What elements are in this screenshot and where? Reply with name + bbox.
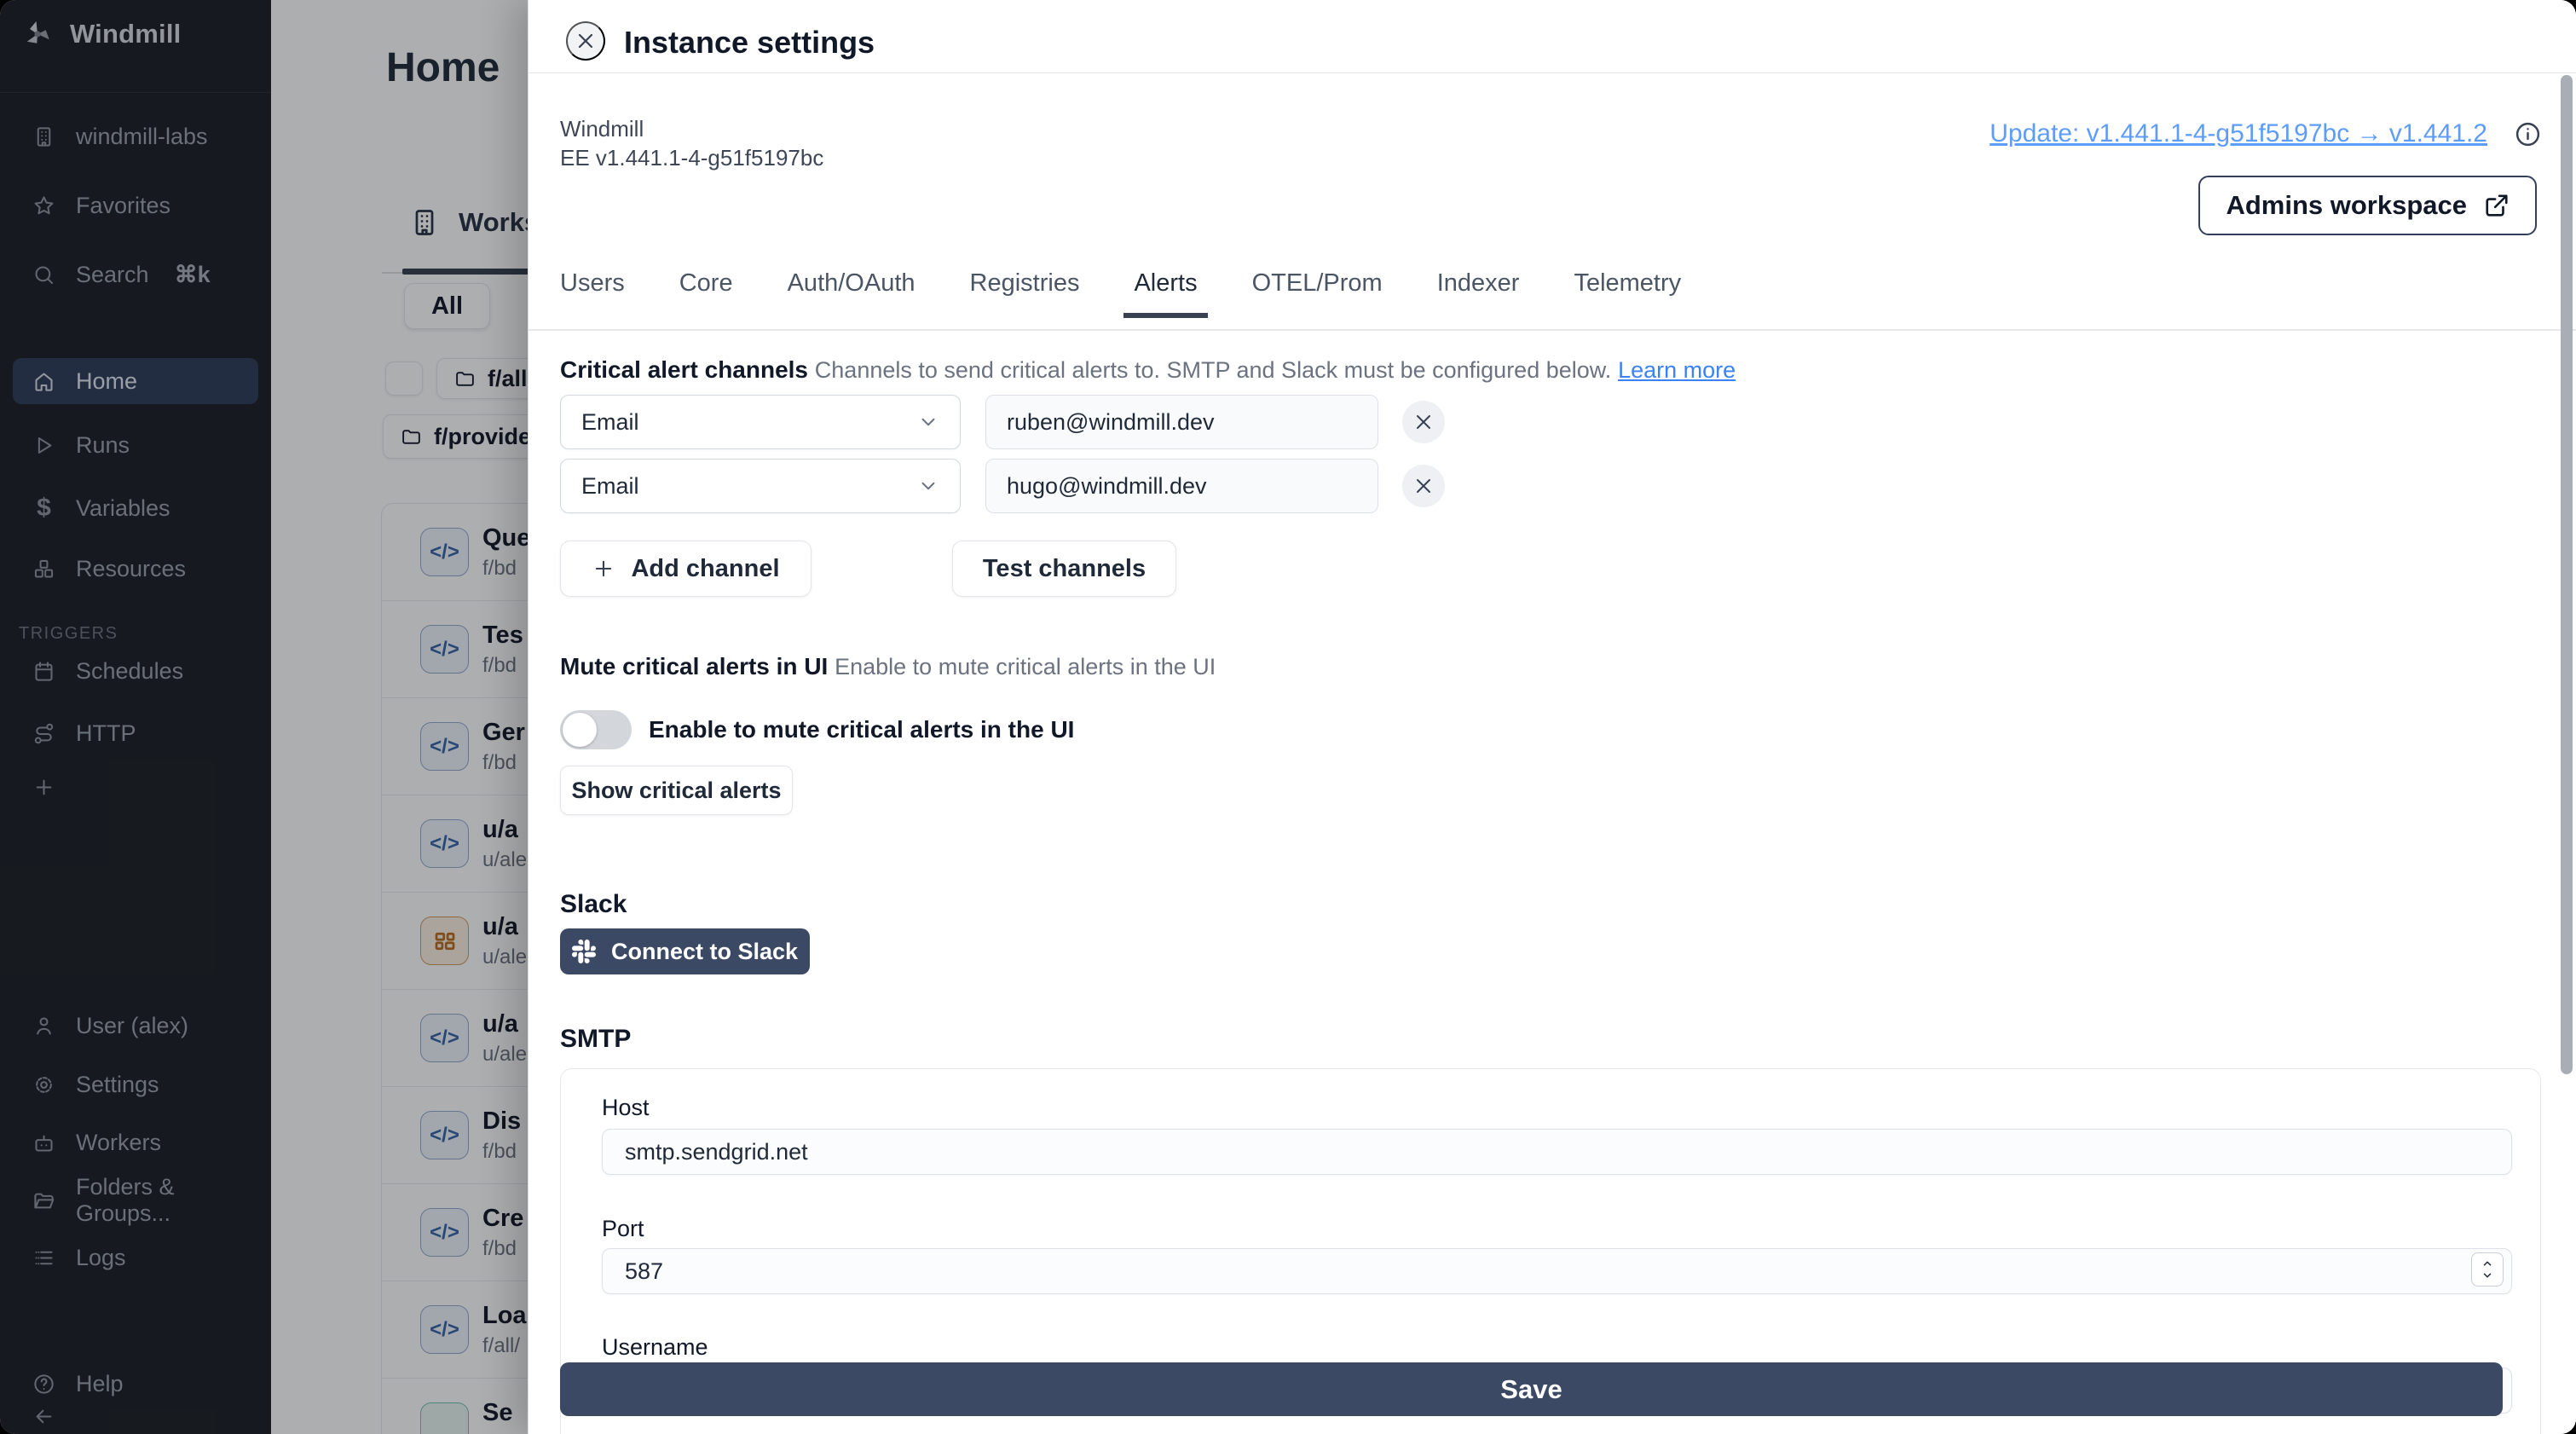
port-stepper[interactable] <box>2471 1252 2504 1287</box>
port-label: Port <box>602 1216 644 1241</box>
tab-auth-oauth[interactable]: Auth/OAuth <box>777 269 926 318</box>
tabs-divider <box>528 329 2576 331</box>
mute-toggle-row: Enable to mute critical alerts in the UI <box>560 710 1074 749</box>
smtp-heading: SMTP <box>560 1025 632 1053</box>
channel-email-input[interactable] <box>985 395 1378 449</box>
test-channels-label: Test channels <box>982 554 1146 582</box>
tab-users[interactable]: Users <box>550 269 635 318</box>
update-link[interactable]: Update: v1.441.1-4-g51f5197bc → v1.441.2 <box>1990 119 2487 148</box>
info-icon[interactable] <box>2514 120 2542 148</box>
external-link-icon <box>2486 194 2508 217</box>
tab-alerts[interactable]: Alerts <box>1123 269 1208 318</box>
mute-heading: Mute critical alerts in UI Enable to mut… <box>560 653 1216 680</box>
chevron-down-icon <box>921 418 935 426</box>
channel-type-select[interactable]: Email <box>560 459 961 513</box>
slack-heading: Slack <box>560 890 627 918</box>
critical-alerts-heading: Critical alert channels Channels to send… <box>560 356 1736 384</box>
instance-settings-panel: Instance settings Windmill EE v1.441.1-4… <box>528 0 2576 1434</box>
learn-more-link[interactable]: Learn more <box>1618 357 1736 383</box>
mute-title: Mute critical alerts in UI <box>560 653 829 679</box>
admins-workspace-label: Admins workspace <box>2226 190 2467 220</box>
remove-channel-button[interactable] <box>1402 465 1445 507</box>
show-critical-alerts-button[interactable]: Show critical alerts <box>560 766 793 815</box>
channel-type-select[interactable]: Email <box>560 395 961 449</box>
save-button[interactable]: Save <box>560 1362 2503 1416</box>
slack-icon <box>571 940 596 963</box>
critical-alerts-title: Critical alert channels <box>560 356 809 383</box>
panel-scrollbar[interactable] <box>2561 75 2573 1074</box>
chevron-up-icon <box>2483 1261 2492 1266</box>
header-divider <box>528 72 2576 73</box>
mute-toggle-label: Enable to mute critical alerts in the UI <box>649 716 1075 743</box>
host-label: Host <box>602 1095 650 1120</box>
instance-meta: Windmill EE v1.441.1-4-g51f5197bc <box>560 114 823 172</box>
product-name: Windmill <box>560 116 644 142</box>
plus-icon <box>596 560 612 577</box>
test-channels-button[interactable]: Test channels <box>952 541 1176 597</box>
close-button[interactable] <box>566 21 605 61</box>
tab-registries[interactable]: Registries <box>960 269 1090 318</box>
critical-alerts-description: Channels to send critical alerts to. SMT… <box>814 357 1612 383</box>
toggle-knob <box>563 713 597 747</box>
show-critical-alerts-label: Show critical alerts <box>571 777 782 803</box>
add-channel-label: Add channel <box>631 554 780 582</box>
close-icon <box>578 33 593 49</box>
chevron-down-icon <box>921 482 935 490</box>
smtp-port-input[interactable] <box>602 1248 2512 1294</box>
channel-type-value: Email <box>581 408 639 435</box>
smtp-host-input[interactable] <box>602 1129 2512 1175</box>
panel-title: Instance settings <box>624 25 875 60</box>
chevron-down-icon <box>2483 1273 2492 1278</box>
username-label: Username <box>602 1334 708 1360</box>
tab-otel-prom[interactable]: OTEL/Prom <box>1242 269 1393 318</box>
tab-indexer[interactable]: Indexer <box>1427 269 1530 318</box>
remove-channel-button[interactable] <box>1402 401 1445 443</box>
tab-core[interactable]: Core <box>669 269 743 318</box>
connect-to-slack-label: Connect to Slack <box>610 938 799 964</box>
mute-description: Enable to mute critical alerts in the UI <box>835 654 1216 679</box>
tab-telemetry[interactable]: Telemetry <box>1563 269 1691 318</box>
settings-tabs: Users Core Auth/OAuth Registries Alerts … <box>550 269 1691 318</box>
add-channel-button[interactable]: Add channel <box>560 541 811 597</box>
channel-email-input[interactable] <box>985 459 1378 513</box>
save-button-label: Save <box>1500 1373 1562 1404</box>
channel-type-value: Email <box>581 472 639 499</box>
connect-to-slack-button[interactable]: Connect to Slack <box>560 928 810 974</box>
close-icon <box>1417 415 1430 429</box>
mute-toggle[interactable] <box>560 710 632 749</box>
version-label: EE v1.441.1-4-g51f5197bc <box>560 145 824 171</box>
app-window: Windmill windmill-labs Favorites Search … <box>0 0 2576 1434</box>
close-icon <box>1417 479 1430 493</box>
admins-workspace-button[interactable]: Admins workspace <box>2198 176 2537 235</box>
